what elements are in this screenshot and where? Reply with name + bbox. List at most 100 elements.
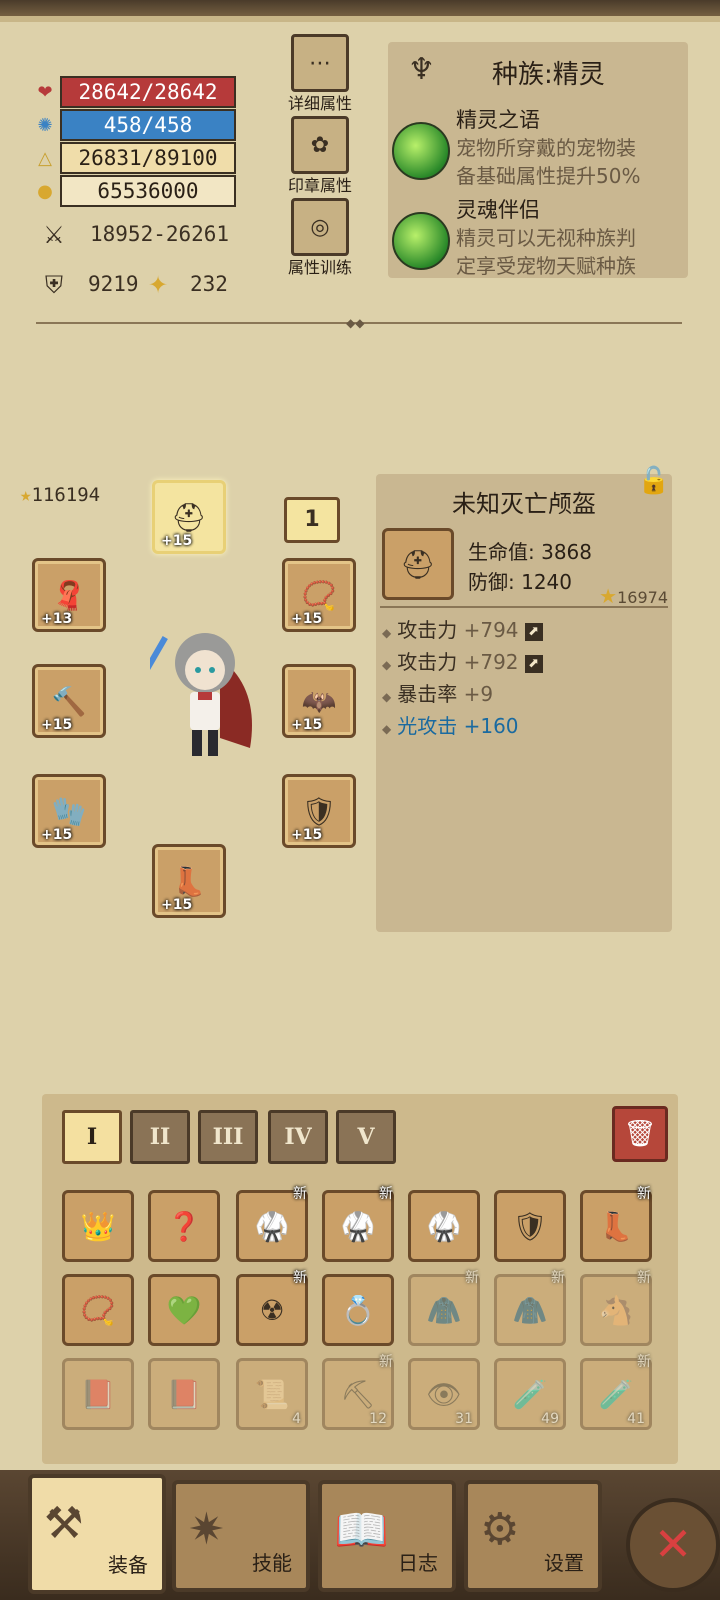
green-amulet-icon: 💚 [166,1293,202,1327]
pants-slot[interactable]: 🛡 +15 [282,774,356,848]
seal-attributes-button[interactable]: ✿ 印章属性 [280,116,360,196]
inventory-item[interactable]: 🥋 [408,1190,480,1262]
race-skill[interactable]: 灵魂伴侣 精灵可以无视种族判 定享受宠物天赋种族 [388,196,688,278]
affix-row: ◆ 攻击力 +792 ⬈ [382,646,543,675]
dark-armor-icon: 🛡 [301,794,337,828]
detail-separator [380,606,668,608]
upgrade-arrow-icon[interactable]: ⬈ [524,654,543,673]
radiation-pendant-icon: ☢ [259,1293,285,1327]
boots-icon: 👢 [171,864,207,898]
item-defense: 防御: 1240 [468,570,572,594]
crossed-swords-icon: ⚔ [43,221,65,249]
inventory-item[interactable]: 👑 [62,1190,134,1262]
pet-cloak-icon: 🧥 [426,1293,462,1327]
mana-icon: ✺ [37,114,53,136]
nav-equip-button[interactable]: ⚒ 装备 [28,1474,166,1594]
inventory-item[interactable]: 🧥 新 [494,1270,566,1346]
samurai-armor-icon: 🥋 [426,1209,462,1243]
inventory-item[interactable]: 👢 新 [580,1186,652,1262]
inventory-item[interactable]: ❓ [148,1190,220,1262]
inventory-item[interactable]: 🧪 新 41 [580,1354,652,1430]
upgrade-arrow-icon[interactable]: ⬈ [524,622,543,641]
inventory-tab-4[interactable]: IV [268,1110,328,1164]
bullet-icon: ◆ [382,626,392,640]
eye-scroll-icon: 👁 [426,1377,462,1411]
dark-helmet-icon: ⛑ [171,500,207,534]
spellbook-icon: 📕 [166,1377,202,1411]
hp-row: ❤ 28642/28642 [34,76,236,108]
helmet-slot[interactable]: ⛑ +15 [152,480,226,554]
attribute-training-button[interactable]: ◎ 属性训练 [280,198,360,278]
inventory-item[interactable]: 📿 [62,1274,134,1346]
blue-necklace-icon: 📿 [80,1293,116,1327]
spellbook-icon: 📕 [80,1377,116,1411]
inventory-tab-2[interactable]: II [130,1110,190,1164]
hero-character [150,633,252,756]
plate-armor-icon: 🛡 [512,1209,548,1243]
axe-icon: ⚒ [44,1498,84,1549]
affix-row: ◆ 攻击力 +794 ⬈ [382,614,543,643]
inventory-item[interactable]: 💍 [322,1274,394,1346]
luck-value: 232 [190,272,228,296]
gloves-slot[interactable]: 🧤 +15 [32,774,106,848]
nav-log-button[interactable]: 📖 日志 [318,1480,456,1592]
inventory-item[interactable]: 🥋 新 [236,1186,308,1262]
trash-icon[interactable]: 🗑 [612,1106,668,1162]
star-icon: ★ [20,484,32,506]
race-skill[interactable]: 精灵之语 宠物所穿戴的宠物装 备基础属性提升50% [388,106,688,190]
bullet-icon: ◆ [382,658,392,672]
nav-settings-label: 设置 [544,1551,584,1575]
armor-slot[interactable]: 🦇 +15 [282,664,356,738]
race-skill-name: 灵魂伴侣 [456,198,540,222]
nav-skill-button[interactable]: ✷ 技能 [172,1480,310,1592]
inventory-item[interactable]: 🐴 新 [580,1270,652,1346]
crown-icon: 👑 [80,1209,116,1243]
item-detail-panel: 未知灭亡颅盔 🔓 ⛑ 生命值: 3868 防御: 1240 ★16974 ◆ 攻击… [376,466,672,932]
nav-equip-label: 装备 [108,1553,148,1577]
inventory-item[interactable]: 👁 31 [408,1358,480,1430]
close-icon[interactable]: ✕ [626,1498,720,1592]
inventory-item[interactable]: 📜 4 [236,1358,308,1430]
samurai-armor-icon: 🥋 [254,1209,290,1243]
inventory-item[interactable]: ☢ 新 [236,1270,308,1346]
gold-coins-icon: ● [37,180,53,202]
inventory-item[interactable]: 📕 [62,1358,134,1430]
necklace-slot[interactable]: 📿 +15 [282,558,356,632]
inventory-item[interactable]: ⛏ 新 12 [322,1354,394,1430]
weapon-slot[interactable]: 🔨 +15 [32,664,106,738]
boots-slot[interactable]: 👢 +15 [152,844,226,918]
dots-icon: ⋯ [291,34,349,92]
inventory-item[interactable]: 🛡 [494,1190,566,1262]
race-skill-desc: 定享受宠物天赋种族 [456,254,636,278]
item-score: ★16974 [599,584,668,608]
inventory-tab-1[interactable]: I [62,1110,122,1164]
detail-attributes-button[interactable]: ⋯ 详细属性 [280,34,360,114]
pet-cloak-icon: 🧥 [512,1293,548,1327]
bullet-icon: ◆ [382,722,392,736]
cloak-slot[interactable]: 🧣 +13 [32,558,106,632]
race-skill-desc: 宠物所穿戴的宠物装 [456,136,636,160]
hp-bar: 28642/28642 [60,76,236,108]
inventory-item[interactable]: 🧥 新 [408,1270,480,1346]
soul-companion-icon [392,212,450,270]
nav-log-label: 日志 [398,1551,438,1575]
inventory-tab-5[interactable]: V [336,1110,396,1164]
gear-icon: ⚙ [480,1504,520,1555]
mp-bar: 458/458 [60,109,236,141]
nav-settings-button[interactable]: ⚙ 设置 [464,1480,602,1592]
gem-ring-icon: 💍 [340,1293,376,1327]
scroll-icon: 📜 [254,1377,290,1411]
samurai-armor-icon: 🥋 [340,1209,376,1243]
inventory-tab-3[interactable]: III [198,1110,258,1164]
cloak-icon: 🧣 [51,578,87,612]
inventory-item[interactable]: 💚 [148,1274,220,1346]
item-hp: 生命值: 3868 [468,540,592,564]
inventory-item[interactable]: 🧪 49 [494,1358,566,1430]
flower-seal-icon: ✿ [291,116,349,174]
equipment-set-number[interactable]: 1 [284,497,340,543]
unlock-icon[interactable]: 🔓 [638,466,670,496]
inventory-item[interactable]: 🥋 新 [322,1186,394,1262]
race-skill-name: 精灵之语 [456,108,540,132]
unknown-helmet-icon: ❓ [166,1209,202,1243]
inventory-item[interactable]: 📕 [148,1358,220,1430]
